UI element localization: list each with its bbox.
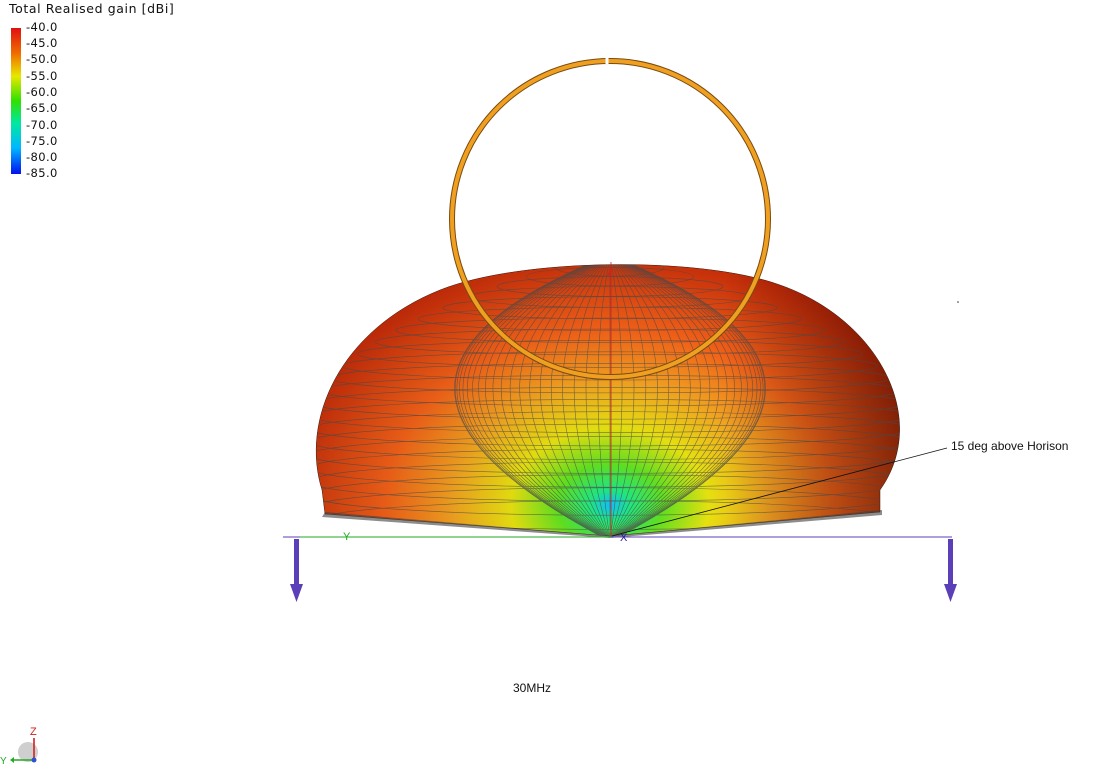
frequency-label: 30MHz xyxy=(513,681,552,695)
y-axis-label: Y xyxy=(343,531,351,543)
z-axis-label: z xyxy=(607,266,613,278)
annotation-text: 15 deg above Horison xyxy=(951,439,1069,453)
ground-arrow-left xyxy=(290,539,303,602)
ground-arrow-right xyxy=(944,539,957,602)
radiation-pattern-scene[interactable]: z Y X Z Y xyxy=(0,0,1094,773)
svg-text:Y: Y xyxy=(0,756,7,767)
svg-text:Z: Z xyxy=(30,726,37,738)
axis-triad-icon: Z Y xyxy=(0,726,38,767)
